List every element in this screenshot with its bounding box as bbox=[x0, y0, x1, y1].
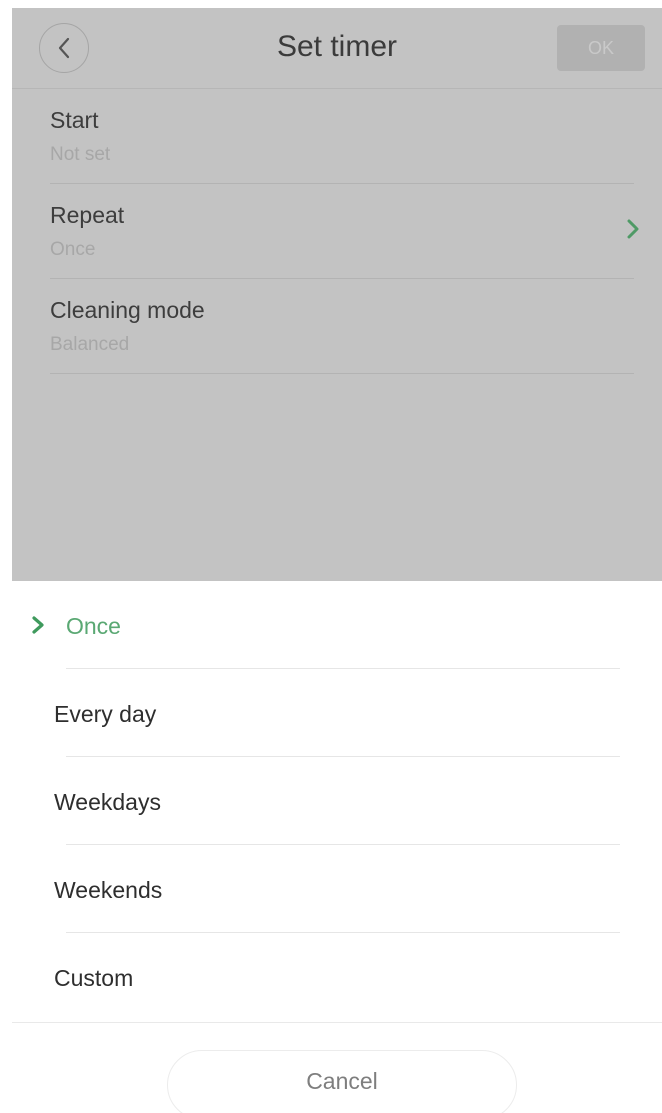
setting-row-repeat[interactable]: Repeat Once bbox=[50, 184, 639, 279]
screen: Set timer OK Start Not set Repeat Once C… bbox=[0, 0, 662, 1113]
setting-value: Balanced bbox=[50, 334, 130, 355]
option-label: Weekends bbox=[54, 877, 163, 903]
header: Set timer OK bbox=[12, 8, 662, 89]
ok-button[interactable]: OK bbox=[557, 25, 645, 71]
option-weekdays[interactable]: Weekdays bbox=[12, 757, 662, 845]
option-label: Custom bbox=[54, 965, 134, 991]
option-label: Once bbox=[66, 613, 121, 639]
setting-label: Repeat bbox=[50, 202, 125, 228]
option-once[interactable]: Once bbox=[12, 581, 662, 669]
setting-label: Start bbox=[50, 107, 99, 133]
setting-row-cleaning-mode[interactable]: Cleaning mode Balanced bbox=[50, 279, 634, 374]
option-label: Every day bbox=[54, 701, 157, 727]
setting-label: Cleaning mode bbox=[50, 297, 205, 323]
chevron-right-icon bbox=[627, 219, 639, 239]
selected-chevron-icon bbox=[32, 616, 44, 634]
setting-row-start[interactable]: Start Not set bbox=[50, 89, 634, 184]
setting-value: Once bbox=[50, 239, 96, 260]
option-weekends[interactable]: Weekends bbox=[12, 845, 662, 933]
cancel-button[interactable]: Cancel bbox=[167, 1050, 517, 1113]
setting-value: Not set bbox=[50, 144, 111, 165]
option-every-day[interactable]: Every day bbox=[12, 669, 662, 757]
option-custom[interactable]: Custom bbox=[12, 933, 662, 1021]
dimmed-background-page[interactable]: Set timer OK Start Not set Repeat Once C… bbox=[12, 8, 662, 581]
repeat-options-sheet: Once Every day Weekdays Weekends Custom bbox=[12, 581, 662, 1023]
option-label: Weekdays bbox=[54, 789, 161, 815]
